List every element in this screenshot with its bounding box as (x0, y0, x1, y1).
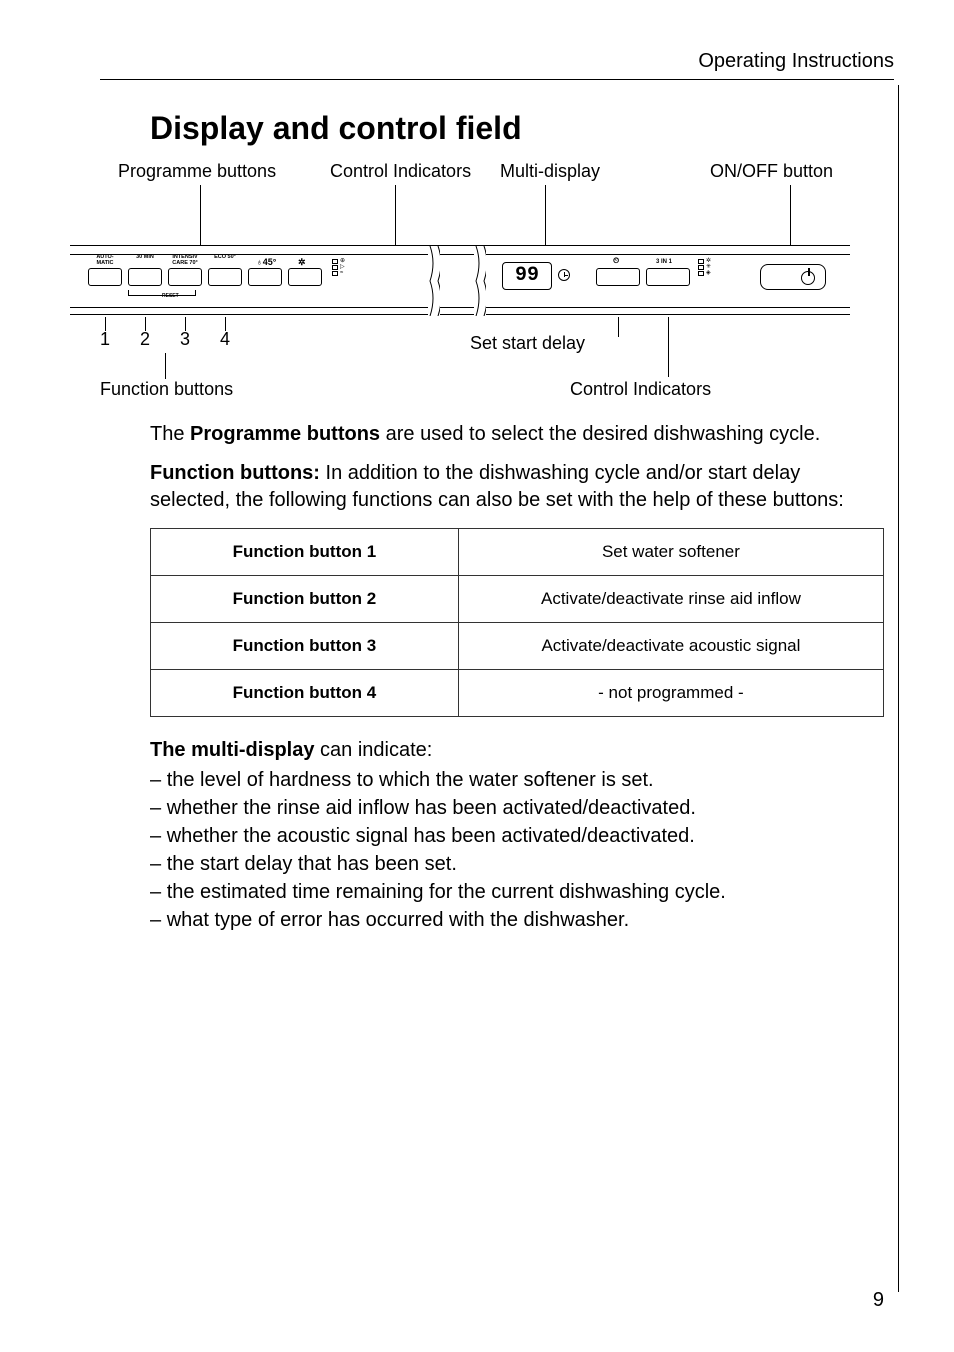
clock-icon (558, 269, 570, 281)
callout-line (165, 353, 166, 379)
prog-label-4: ECO 50° (208, 255, 242, 261)
func-desc-2: Activate/deactivate rinse aid inflow (458, 576, 883, 623)
delay-clock-icon: ⏲ (613, 257, 619, 265)
label-control-indicators-bottom: Control Indicators (570, 379, 711, 400)
prog-label-1: AUTO- MATIC (88, 255, 122, 266)
indicator-block-left: ⊕ ▷ ≈ (332, 258, 345, 276)
function-button-table: Function button 1 Set water softener Fun… (150, 528, 884, 717)
callout-line (668, 317, 669, 377)
table-row: Function button 3 Activate/deactivate ac… (151, 623, 884, 670)
programme-button-dry[interactable] (288, 268, 322, 286)
multi-display-value: 99 (502, 262, 552, 290)
table-row: Function button 2 Activate/deactivate ri… (151, 576, 884, 623)
page-title: Display and control field (150, 110, 884, 147)
multi-display-intro: The multi-display can indicate: (150, 739, 884, 762)
num-2: 2 (140, 329, 150, 350)
prog-label-2: 30 MIN (128, 255, 162, 261)
callout-line (790, 185, 791, 245)
func-name-1: Function button 1 (151, 529, 459, 576)
label-function-buttons: Function buttons (100, 379, 233, 400)
paragraph-programme-buttons: The Programme buttons are used to select… (150, 421, 884, 448)
func-desc-3: Activate/deactivate acoustic signal (458, 623, 883, 670)
header-section: Operating Instructions (698, 50, 894, 72)
callout-line (200, 185, 201, 245)
on-off-button[interactable] (760, 264, 826, 290)
list-item: the start delay that has been set. (150, 850, 884, 878)
panel-break-right (474, 246, 486, 316)
start-delay-button[interactable] (596, 268, 640, 286)
func-name-3: Function button 3 (151, 623, 459, 670)
func-desc-4: - not programmed - (458, 670, 883, 717)
func-name-2: Function button 2 (151, 576, 459, 623)
table-row: Function button 1 Set water softener (151, 529, 884, 576)
num-1: 1 (100, 329, 110, 350)
page-number: 9 (873, 1289, 884, 1312)
list-item: whether the rinse aid inflow has been ac… (150, 794, 884, 822)
indicator-block-right: ✲ ✳ ◈ (698, 258, 711, 276)
list-item: whether the acoustic signal has been act… (150, 822, 884, 850)
label-onoff-button: ON/OFF button (710, 161, 833, 182)
reset-label: RESET (162, 293, 179, 299)
control-panel-diagram: Programme buttons Control Indicators Mul… (70, 161, 850, 411)
table-row: Function button 4 - not programmed - (151, 670, 884, 717)
programme-button-2[interactable] (128, 268, 162, 286)
num-4: 4 (220, 329, 230, 350)
programme-button-glass[interactable] (248, 268, 282, 286)
paragraph-function-buttons: Function buttons: In addition to the dis… (150, 460, 884, 514)
running-header: Operating Instructions (100, 50, 894, 80)
callout-line (545, 185, 546, 245)
label-programme-buttons: Programme buttons (118, 161, 276, 182)
func-desc-1: Set water softener (458, 529, 883, 576)
list-item: the estimated time remaining for the cur… (150, 878, 884, 906)
list-item: what type of error has occurred with the… (150, 906, 884, 934)
programme-button-3[interactable] (168, 268, 202, 286)
right-margin-rule (898, 85, 900, 1292)
callout-line (618, 317, 619, 337)
three-in-one-button[interactable] (646, 268, 690, 286)
three-in-one-label: 3 IN 1 (656, 259, 672, 265)
page: Operating Instructions Display and contr… (0, 0, 954, 1352)
func-name-4: Function button 4 (151, 670, 459, 717)
content-area: Display and control field Programme butt… (150, 110, 884, 934)
control-panel: AUTO- MATIC 30 MIN INTENSIV CARE 70° ECO… (70, 245, 850, 315)
fan-icon: ✲ (298, 258, 306, 267)
num-3: 3 (180, 329, 190, 350)
prog-label-3: INTENSIV CARE 70° (168, 255, 202, 266)
programme-button-4[interactable] (208, 268, 242, 286)
callout-line (395, 185, 396, 245)
label-control-indicators-top: Control Indicators (330, 161, 471, 182)
list-item: the level of hardness to which the water… (150, 766, 884, 794)
panel-break-left (428, 246, 440, 316)
programme-button-1[interactable] (88, 268, 122, 286)
multi-display-list: the level of hardness to which the water… (150, 766, 884, 934)
glass-icon: ♁45° (256, 258, 276, 267)
label-set-start-delay: Set start delay (470, 333, 585, 354)
label-multi-display: Multi-display (500, 161, 600, 182)
